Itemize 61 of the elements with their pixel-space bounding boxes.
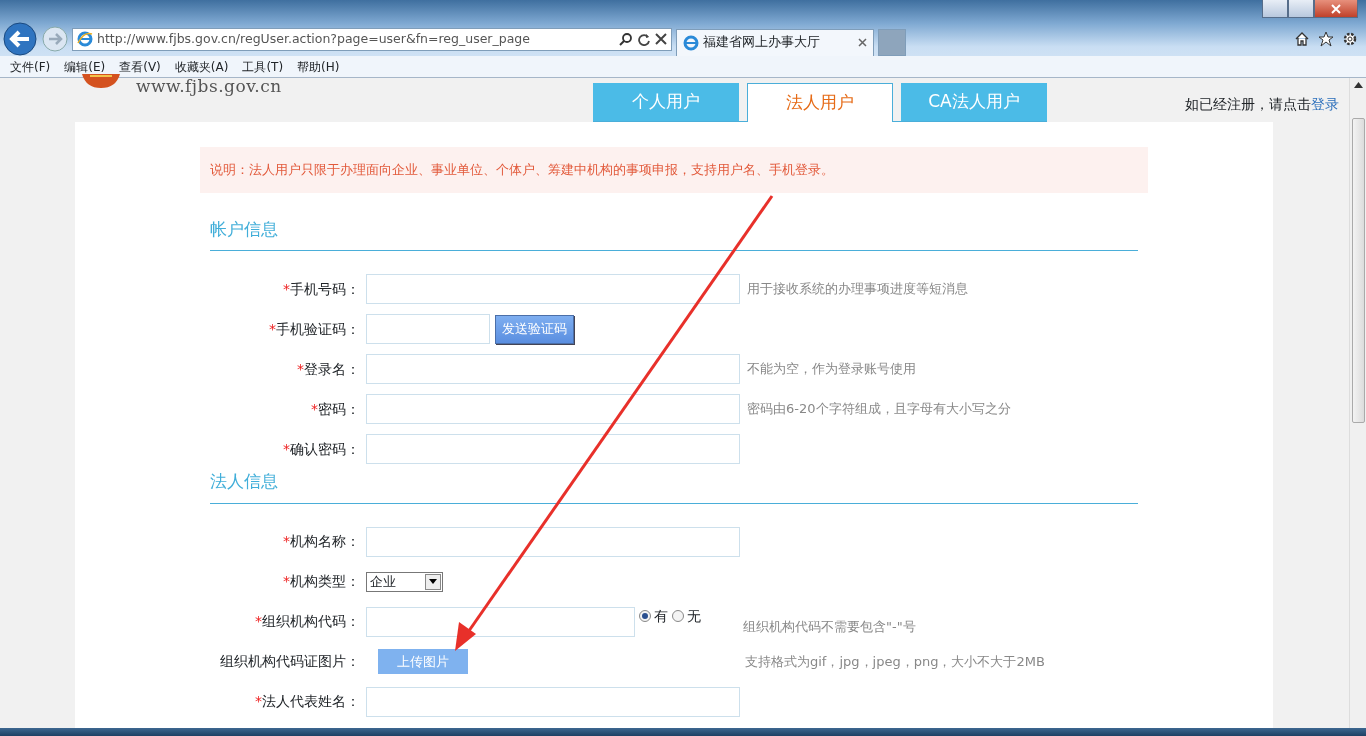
menu-item[interactable]: 帮助(H) bbox=[291, 57, 346, 76]
input-field[interactable] bbox=[366, 606, 635, 637]
star-icon[interactable] bbox=[1318, 31, 1334, 47]
menu-item[interactable]: 文件(F) bbox=[4, 57, 57, 76]
login-prompt: 如已经注册，请点击登录 bbox=[1184, 94, 1340, 114]
login-link[interactable]: 登录 bbox=[1311, 95, 1339, 112]
address-bar[interactable]: http://www.fjbs.gov.cn/regUser.action?page=user&fn=reg_user_page bbox=[72, 27, 672, 51]
field-label: *确认密码： bbox=[282, 439, 361, 459]
field-label: *密码： bbox=[310, 399, 361, 419]
emblem-icon bbox=[80, 74, 122, 88]
input-field[interactable] bbox=[366, 526, 740, 557]
field-label: *法人代表姓名： bbox=[254, 692, 361, 711]
minimize-button[interactable] bbox=[1262, 0, 1288, 18]
search-icon[interactable] bbox=[619, 32, 633, 46]
scroll-up-arrow-icon[interactable] bbox=[1353, 82, 1363, 88]
input-field[interactable] bbox=[366, 394, 740, 424]
field-label: *组织机构代码： bbox=[254, 612, 361, 631]
field-hint: 组织机构代码不需要包含"-"号 bbox=[743, 617, 916, 636]
close-icon[interactable] bbox=[858, 38, 867, 47]
notice-text: 说明：法人用户只限于办理面向企业、事业单位、个体户、筹建中机构的事项申报，支持用户名、手机登录。 bbox=[200, 147, 1148, 193]
menu-item[interactable]: 编辑(E) bbox=[58, 57, 112, 76]
settings-icon[interactable] bbox=[1342, 31, 1358, 47]
field-label: *机构类型： bbox=[282, 572, 361, 591]
site-logo-text: www.fjbs.gov.cn bbox=[136, 75, 282, 98]
browser-tab[interactable]: 福建省网上办事大厅 bbox=[676, 28, 874, 56]
field-label: *登录名： bbox=[296, 359, 361, 379]
close-button[interactable] bbox=[1314, 0, 1358, 18]
field-hint: 用于接收系统的办理事项进度等短消息 bbox=[747, 280, 968, 299]
menu-item[interactable]: 查看(V) bbox=[113, 57, 167, 76]
field-label: 组织机构代码证图片： bbox=[219, 652, 361, 671]
url-text: http://www.fjbs.gov.cn/regUser.action?page=user&fn=reg_user_page bbox=[97, 29, 531, 48]
radio-option[interactable]: 有 bbox=[639, 605, 668, 627]
back-button[interactable] bbox=[2, 21, 38, 57]
radio-option[interactable]: 无 bbox=[672, 605, 701, 627]
field-label: *手机验证码： bbox=[268, 319, 361, 339]
input-field[interactable] bbox=[366, 314, 490, 344]
input-field[interactable] bbox=[366, 354, 740, 384]
stop-icon[interactable] bbox=[655, 33, 667, 45]
field-hint: 支持格式为gif，jpg，jpeg，png，大小不大于2MB bbox=[745, 652, 1045, 671]
field-label: *手机号码： bbox=[282, 279, 361, 299]
restore-button[interactable] bbox=[1288, 0, 1314, 18]
field-label: *机构名称： bbox=[282, 532, 361, 551]
scrollbar-thumb[interactable] bbox=[1351, 118, 1365, 423]
input-field[interactable] bbox=[366, 274, 740, 304]
browser-logo-icon bbox=[77, 31, 93, 47]
field-hint: 密码由6-20个字符组成，且字母有大小写之分 bbox=[747, 400, 1011, 419]
menu-item[interactable]: 工具(T) bbox=[236, 57, 290, 76]
scrollbar[interactable] bbox=[1349, 78, 1366, 728]
browser-logo-icon bbox=[683, 34, 699, 51]
section-title: 法人信息 bbox=[210, 469, 1138, 504]
close-icon bbox=[1331, 3, 1341, 14]
input-field[interactable] bbox=[366, 686, 740, 717]
refresh-icon[interactable] bbox=[637, 32, 651, 46]
section-title: 帐户信息 bbox=[210, 216, 1138, 251]
tab-title: 福建省网上办事大厅 bbox=[703, 33, 821, 52]
field-hint: 不能为空，作为登录账号使用 bbox=[747, 360, 916, 379]
home-icon[interactable] bbox=[1294, 31, 1310, 47]
input-field[interactable] bbox=[366, 434, 740, 464]
type-dropdown[interactable]: 企业 bbox=[366, 571, 443, 592]
menu-item[interactable]: 收藏夹(A) bbox=[168, 57, 235, 76]
dropdown-arrow-icon bbox=[429, 579, 437, 584]
